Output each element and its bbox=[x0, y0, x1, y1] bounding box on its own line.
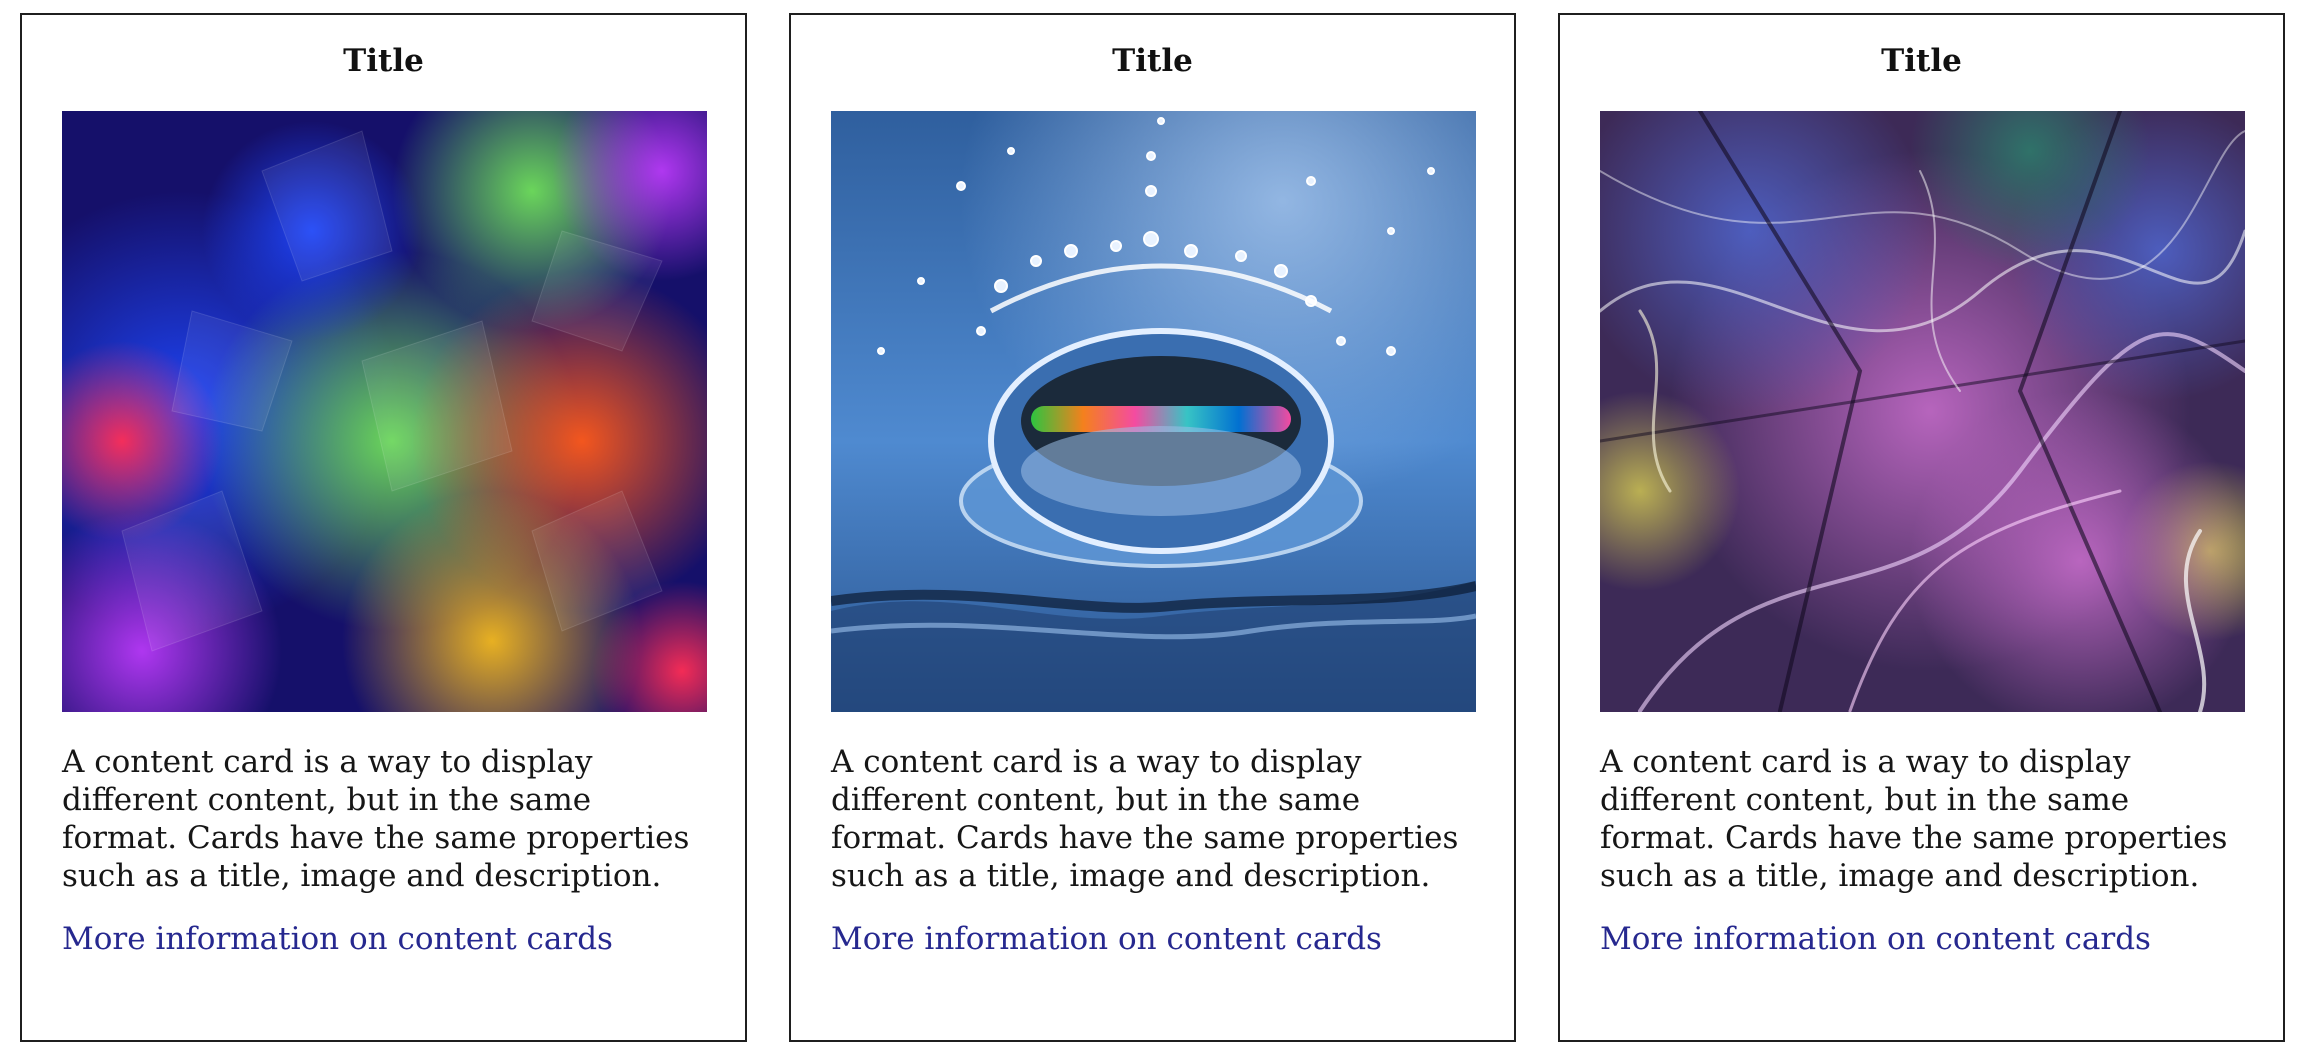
card-description: A content card is a way to display diffe… bbox=[1600, 744, 2228, 894]
card-title: Title bbox=[1112, 43, 1193, 79]
content-card: Title A content card is a way to display… bbox=[20, 13, 747, 1042]
card-title: Title bbox=[343, 43, 424, 79]
abstract-fractal-image bbox=[1600, 111, 2245, 712]
card-grid: Title A content card is a way to display… bbox=[20, 13, 2285, 1042]
card-description: A content card is a way to display diffe… bbox=[831, 744, 1459, 894]
more-info-link[interactable]: More information on content cards bbox=[831, 920, 1382, 958]
content-card: Title A content card is a way to display… bbox=[1558, 13, 2285, 1042]
water-splash-image bbox=[831, 111, 1476, 712]
more-info-link[interactable]: More information on content cards bbox=[1600, 920, 2151, 958]
more-info-link[interactable]: More information on content cards bbox=[62, 920, 613, 958]
card-description: A content card is a way to display diffe… bbox=[62, 744, 690, 894]
content-card: Title A content card is a way to display… bbox=[789, 13, 1516, 1042]
abstract-polygon-image bbox=[62, 111, 707, 712]
card-title: Title bbox=[1881, 43, 1962, 79]
